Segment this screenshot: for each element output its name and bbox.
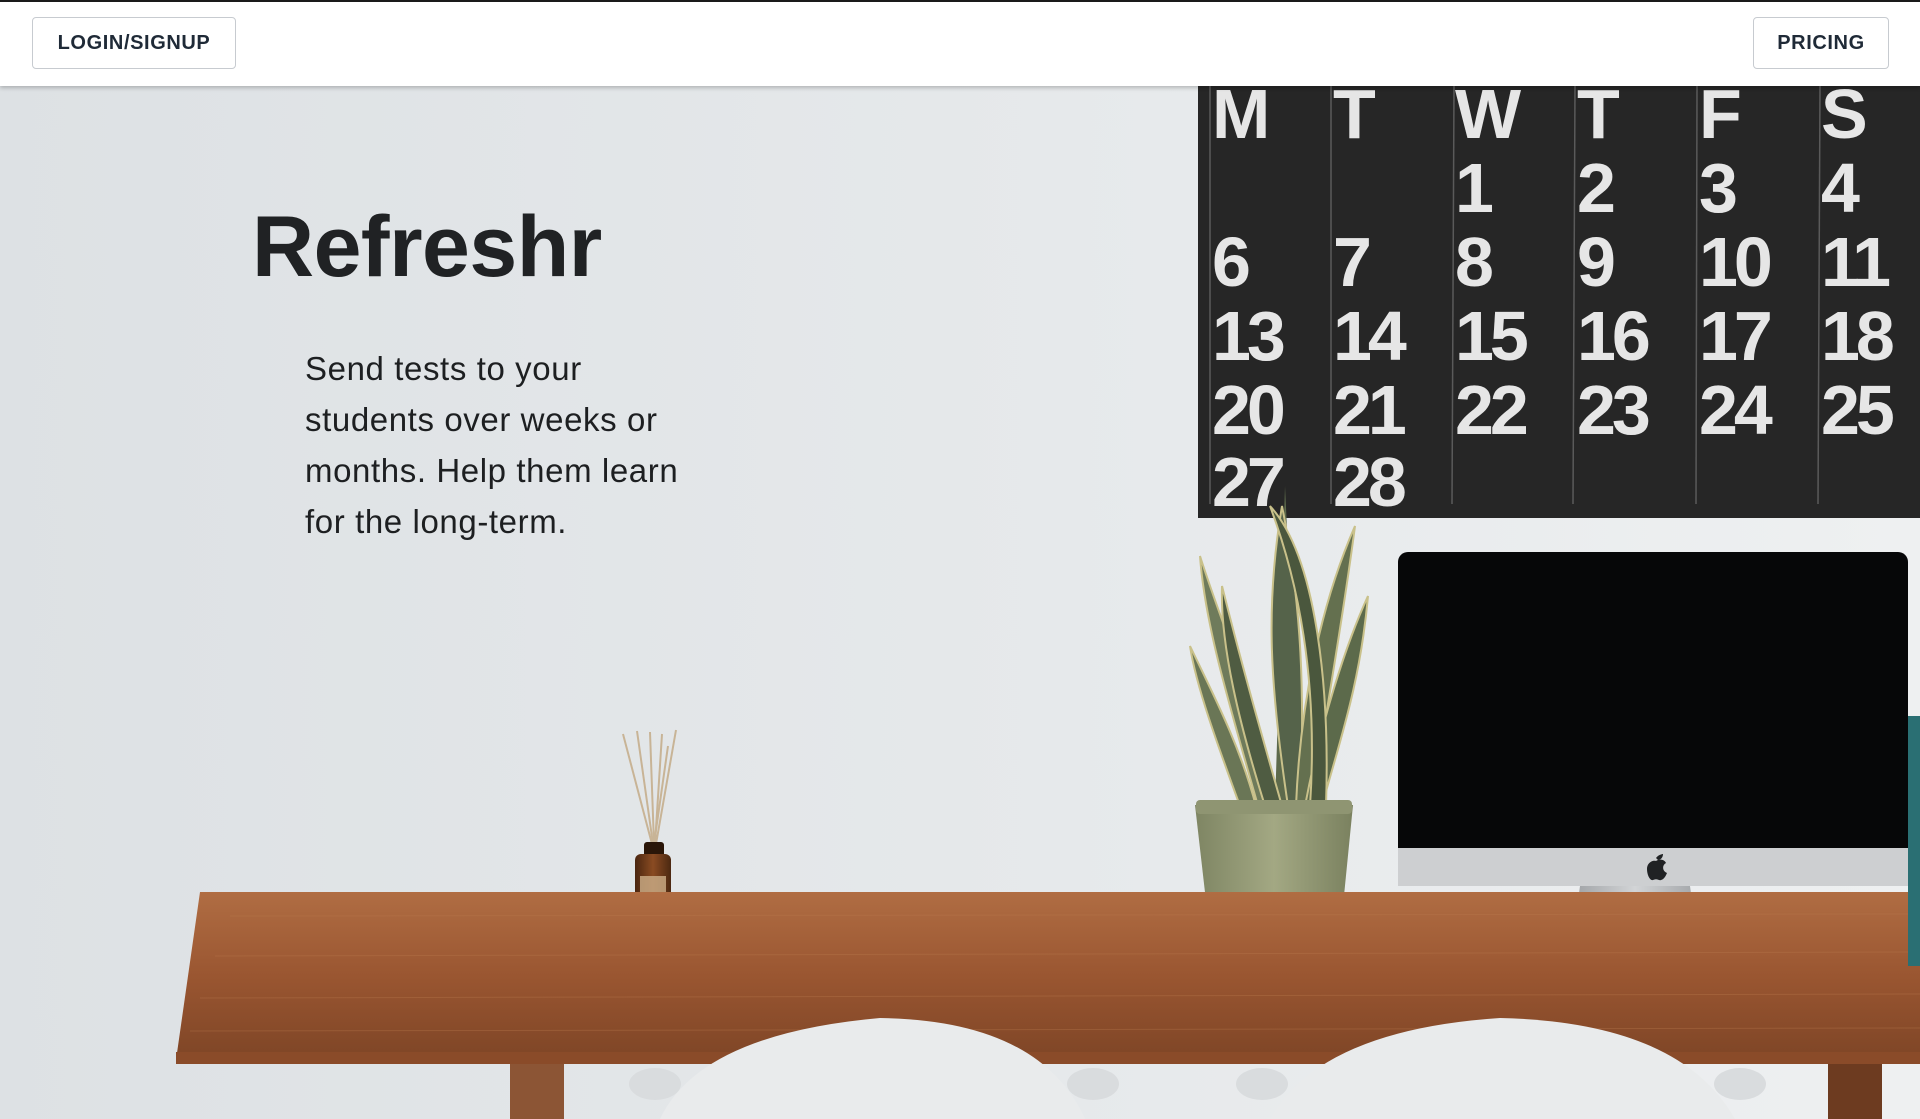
calendar-day: 4	[1821, 149, 1860, 227]
hero-section: M T W T F S 1 2 3 4 6 7 8 9 10 11 13 14 15 16 17 18 20 21 22 23 24…	[0, 86, 1920, 1119]
calendar-day: 14	[1333, 297, 1407, 375]
calendar-weekday: W	[1455, 86, 1521, 153]
book-spine	[1908, 716, 1920, 966]
calendar-weekday: S	[1821, 86, 1865, 153]
calendar-day: 11	[1821, 223, 1889, 301]
calendar-weekday: T	[1333, 86, 1375, 153]
brand-title: Refreshr	[252, 199, 602, 295]
pricing-button[interactable]: PRICING	[1753, 17, 1889, 69]
login-signup-button[interactable]: LOGIN/SIGNUP	[32, 17, 236, 69]
calendar-day: 17	[1699, 297, 1770, 375]
top-nav: LOGIN/SIGNUP PRICING	[0, 2, 1920, 86]
hero-tagline: Send tests to your students over weeks o…	[305, 350, 679, 540]
calendar-poster: M T W T F S1 2 3 46 7 8 9 10 1113 14 15 16 17 1820 21 22 23 24…	[1198, 86, 1920, 521]
calendar-weekday: M	[1212, 86, 1266, 153]
calendar-day: 28	[1333, 443, 1405, 521]
calendar-weekday: F	[1699, 86, 1740, 153]
calendar-day: 22	[1455, 371, 1527, 449]
calendar-day: 6	[1212, 223, 1249, 301]
calendar-day: 20	[1212, 371, 1284, 449]
calendar-day: 1	[1455, 149, 1492, 227]
calendar-day: 9	[1577, 223, 1614, 301]
calendar-day: 25	[1821, 371, 1893, 449]
calendar-day: 8	[1455, 223, 1492, 301]
calendar-day: 3	[1699, 149, 1736, 227]
calendar-day: 21	[1333, 371, 1405, 449]
calendar-day: 24	[1699, 371, 1773, 449]
calendar-day: 23	[1577, 371, 1649, 449]
calendar-day: 7	[1333, 223, 1369, 301]
calendar-day: 18	[1821, 297, 1893, 375]
calendar-day: 10	[1699, 223, 1771, 301]
calendar-day: 13	[1212, 297, 1284, 375]
calendar-weekday: T	[1577, 86, 1619, 153]
calendar-day: 15	[1455, 297, 1527, 375]
calendar-day: 16	[1577, 297, 1649, 375]
calendar-day: 2	[1577, 149, 1614, 227]
